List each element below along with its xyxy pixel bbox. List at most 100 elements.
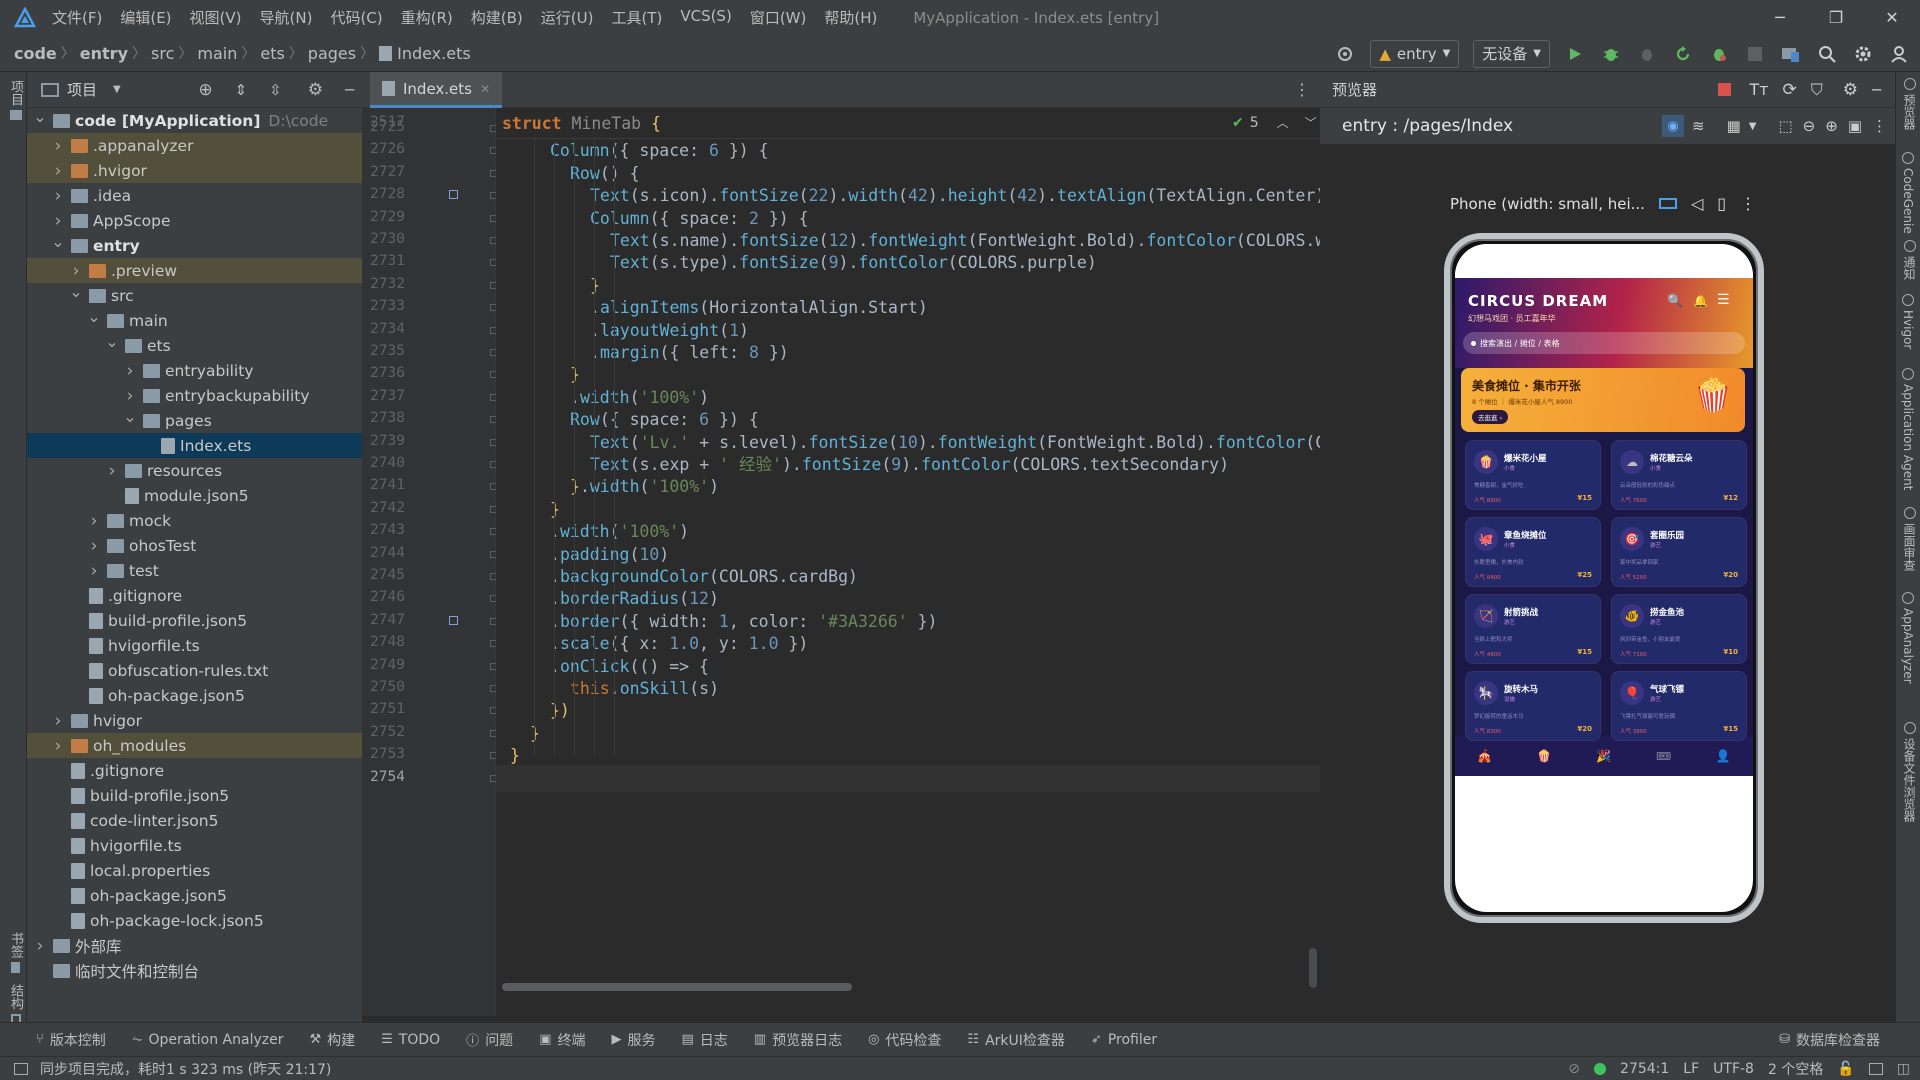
- breadcrumb-item[interactable]: ets: [260, 44, 284, 63]
- editor-gutter[interactable]: 2725 2726 2727 2728 2729 2730 2731 2732 2733 2734…: [362, 108, 497, 1016]
- tree-item[interactable]: ⌄ pages: [27, 407, 362, 433]
- stall-card[interactable]: 🎠 旋转木马 设施 梦幻旋转的童话木马 人气 8300 ¥20: [1465, 671, 1601, 741]
- breadcrumb-item[interactable]: Index.ets: [397, 44, 471, 63]
- tool-window-2[interactable]: ⚒ 构建: [309, 1030, 355, 1050]
- tree-item[interactable]: module.json5: [27, 483, 362, 508]
- toggle-tool-windows-icon[interactable]: [14, 1062, 28, 1075]
- tree-item[interactable]: › mock: [27, 508, 362, 533]
- menu-item-10[interactable]: 窗口(W): [750, 7, 807, 28]
- tree-item[interactable]: › AppScope: [27, 208, 362, 233]
- tree-item[interactable]: ⌄ code [MyApplication] D:\code: [27, 107, 362, 133]
- preview-mode-icon[interactable]: ◉: [1662, 115, 1684, 137]
- chevron-right-icon[interactable]: ›: [105, 461, 119, 481]
- breadcrumb-item[interactable]: code: [14, 44, 57, 63]
- chevron-right-icon[interactable]: ›: [51, 136, 65, 156]
- tree-item[interactable]: code-linter.json5: [27, 808, 362, 833]
- close-tab-icon[interactable]: ✕: [480, 82, 490, 96]
- file-encoding[interactable]: UTF-8: [1713, 1061, 1754, 1077]
- tree-item[interactable]: build-profile.json5: [27, 608, 362, 633]
- vertical-scrollbar[interactable]: [1309, 948, 1317, 988]
- tool-window-4[interactable]: ⓘ 问题: [466, 1030, 513, 1050]
- tree-item[interactable]: › .idea: [27, 183, 362, 208]
- right-tool-window[interactable]: 设备文件浏览器: [1901, 722, 1918, 822]
- indent-setting[interactable]: 2 个空格: [1768, 1059, 1823, 1079]
- chevron-right-icon[interactable]: ›: [51, 161, 65, 181]
- chevron-right-icon[interactable]: ›: [33, 936, 47, 956]
- tree-item[interactable]: › test: [27, 558, 362, 583]
- chevron-right-icon[interactable]: ›: [87, 536, 101, 556]
- settings-gear-icon[interactable]: ⚙: [1843, 80, 1858, 100]
- right-tool-window[interactable]: AppAnalyzer: [1901, 592, 1915, 684]
- tree-item[interactable]: .gitignore: [27, 583, 362, 608]
- tool-window-1[interactable]: ⏦ Operation Analyzer: [132, 1032, 284, 1048]
- zoom-out-icon[interactable]: ⊖: [1803, 117, 1816, 135]
- chevron-down-icon[interactable]: ﹀: [1305, 114, 1317, 131]
- phone-screen[interactable]: CIRCUS DREAM 幻想马戏团 · 员工嘉年华 🔍 🔔 ☰ 搜索演出 / …: [1455, 244, 1753, 912]
- promo-banner[interactable]: 美食摊位 · 集市开张 8 个摊位 ｜ 爆米花小屋人气 8900 去逛逛 › 🍿: [1461, 368, 1745, 432]
- refresh-icon[interactable]: ⟳: [1782, 80, 1796, 100]
- bell-icon[interactable]: 🔔: [1693, 294, 1708, 308]
- line-separator[interactable]: LF: [1683, 1061, 1699, 1077]
- tree-item[interactable]: build-profile.json5: [27, 783, 362, 808]
- stall-card[interactable]: 🎯 套圈乐园 游艺 套中奖品拿回家 人气 5200 ¥20: [1611, 517, 1747, 587]
- fit-screen-icon[interactable]: ⬚: [1778, 117, 1792, 135]
- tree-item[interactable]: oh-package.json5: [27, 883, 362, 908]
- breadcrumb-item[interactable]: pages: [308, 44, 356, 63]
- hvigor-status-dot-icon[interactable]: [1594, 1062, 1607, 1075]
- breadcrumb-item[interactable]: entry: [80, 44, 128, 63]
- chevron-right-icon[interactable]: ›: [51, 211, 65, 231]
- tree-item[interactable]: obfuscation-rules.txt: [27, 658, 362, 683]
- menu-item-7[interactable]: 运行(U): [541, 7, 594, 28]
- original-size-icon[interactable]: ▣: [1848, 117, 1862, 135]
- debug-icon[interactable]: [1600, 43, 1622, 65]
- tool-window-0[interactable]: ⑂ 版本控制: [36, 1030, 106, 1050]
- chevron-right-icon[interactable]: ›: [51, 736, 65, 756]
- menu-item-11[interactable]: 帮助(H): [824, 7, 877, 28]
- tree-item[interactable]: hvigorfile.ts: [27, 833, 362, 858]
- orientation-icon[interactable]: ▯: [1717, 194, 1726, 213]
- tree-item[interactable]: › .preview: [27, 258, 362, 283]
- tree-item[interactable]: › oh_modules: [27, 733, 362, 758]
- settings-gear-icon[interactable]: ⚙: [308, 80, 323, 100]
- search-icon[interactable]: [1816, 43, 1838, 65]
- tab-show-icon[interactable]: 🎉: [1596, 749, 1611, 763]
- breadcrumb-item[interactable]: src: [151, 44, 174, 63]
- chevron-down-icon[interactable]: ▼: [1749, 121, 1757, 132]
- tool-window-6[interactable]: ▶ 服务: [611, 1030, 655, 1050]
- inspector-icon[interactable]: ⛉: [1811, 80, 1823, 100]
- tab-index-ets[interactable]: Index.ets ✕: [370, 72, 503, 108]
- rotate-screen-icon[interactable]: [1658, 198, 1677, 209]
- tree-item[interactable]: oh-package-lock.json5: [27, 908, 362, 933]
- right-tool-window[interactable]: Application Agent: [1901, 368, 1915, 490]
- reload-icon[interactable]: [1672, 43, 1694, 65]
- settings-gear-icon[interactable]: [1852, 43, 1874, 65]
- minimize-icon[interactable]: ─: [1752, 0, 1808, 35]
- horizontal-scrollbar[interactable]: [502, 983, 852, 991]
- tree-item[interactable]: ⌄ src: [27, 282, 362, 308]
- project-panel-title[interactable]: 项目: [67, 79, 97, 100]
- lock-icon[interactable]: 🔓: [1837, 1061, 1854, 1077]
- device-manager-icon[interactable]: [1780, 43, 1802, 65]
- tool-window-7[interactable]: ▤ 日志: [681, 1030, 727, 1050]
- memory-indicator-icon[interactable]: [1868, 1062, 1883, 1075]
- hide-panel-icon[interactable]: ─: [345, 81, 354, 99]
- tool-window-structure[interactable]: 结构: [6, 984, 25, 1024]
- tool-window-bookmarks[interactable]: 书签: [6, 932, 25, 973]
- menu-item-1[interactable]: 编辑(E): [120, 7, 171, 28]
- back-icon[interactable]: ◁: [1691, 194, 1703, 213]
- chevron-down-icon[interactable]: ⌄: [123, 407, 137, 426]
- menu-item-8[interactable]: 工具(T): [611, 7, 662, 28]
- tree-item[interactable]: › resources: [27, 458, 362, 483]
- tree-item[interactable]: 临时文件和控制台: [27, 958, 362, 983]
- tree-item[interactable]: ⌄ main: [27, 307, 362, 333]
- stall-card[interactable]: 🐙 章鱼烧摊位 小食 外脆里嫩，外焦内软 人气 6400 ¥25: [1465, 517, 1601, 587]
- right-tool-window[interactable]: 通知: [1901, 240, 1918, 280]
- notifications-icon[interactable]: ◫: [1897, 1061, 1910, 1077]
- chevron-down-icon[interactable]: ▼: [113, 84, 121, 95]
- right-tool-window[interactable]: CodeGenie: [1901, 152, 1915, 234]
- close-icon[interactable]: ✕: [1864, 0, 1920, 35]
- tree-item[interactable]: › entryability: [27, 358, 362, 383]
- stall-card[interactable]: 🐠 捞金鱼池 游艺 网到带金鱼，小朋友最爱 人气 7100 ¥10: [1611, 594, 1747, 664]
- stop-preview-icon[interactable]: [1718, 83, 1732, 96]
- multi-device-icon[interactable]: ▦: [1727, 117, 1741, 135]
